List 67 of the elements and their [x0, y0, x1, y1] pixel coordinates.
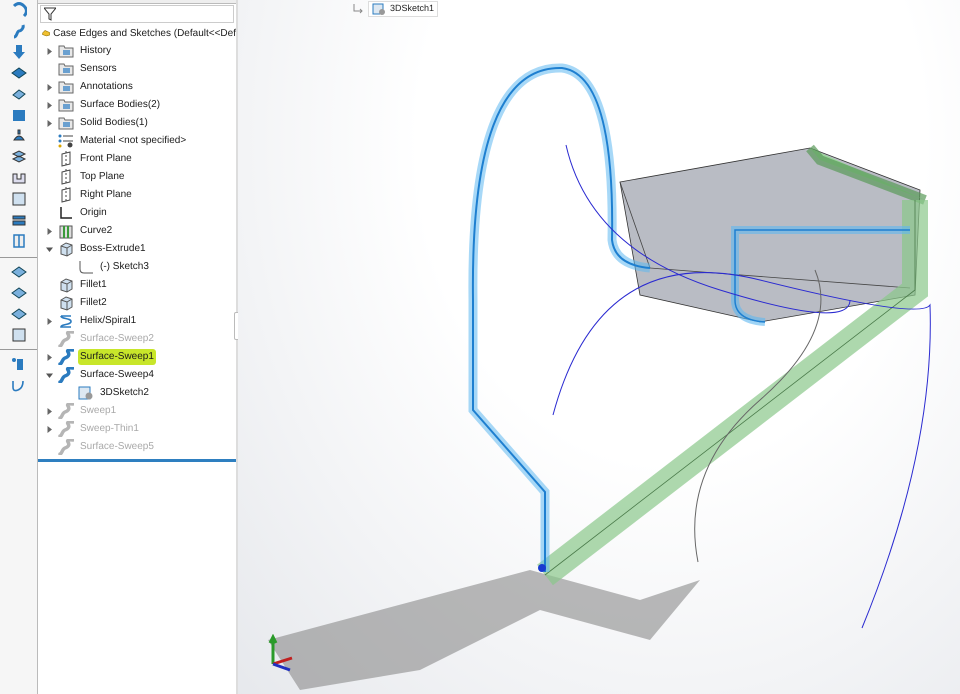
folder-icon — [58, 98, 74, 112]
plane-icon — [60, 169, 72, 185]
tree-item[interactable]: Surface Bodies(2) — [78, 97, 162, 113]
expand-caret-icon[interactable] — [46, 354, 52, 360]
expand-caret-icon[interactable] — [46, 426, 52, 432]
expand-caret-icon[interactable] — [46, 102, 52, 108]
material-icon — [58, 134, 74, 148]
expand-caret-icon[interactable] — [46, 408, 52, 414]
folder-icon — [58, 80, 74, 94]
sweep-icon — [58, 367, 74, 383]
filter-icon[interactable] — [44, 7, 56, 21]
arrow-icon — [352, 3, 364, 15]
breadcrumb-item[interactable]: 3DSketch1 — [368, 1, 438, 17]
extrude-tool-icon[interactable] — [10, 44, 26, 60]
tree-item[interactable]: Helix/Spiral1 — [78, 313, 138, 329]
tree-item[interactable]: Sensors — [78, 61, 119, 77]
filter-field[interactable] — [40, 5, 234, 23]
tree-item[interactable]: History — [78, 43, 114, 59]
expand-caret-icon[interactable] — [46, 84, 52, 90]
tree-item[interactable]: Boss-Extrude1 — [78, 241, 148, 257]
plane-tool-icon[interactable] — [10, 107, 26, 123]
expand-caret-icon[interactable] — [46, 372, 52, 378]
surface-tool-icon[interactable] — [10, 65, 26, 81]
surface-tool-icon[interactable] — [10, 285, 26, 301]
folder-icon — [58, 62, 74, 76]
tree-item[interactable]: Origin — [78, 205, 109, 221]
tree-item[interactable]: (-) Sketch3 — [98, 259, 151, 275]
expand-caret-icon[interactable] — [46, 246, 52, 252]
tree-item[interactable]: Surface-Sweep4 — [78, 367, 156, 383]
box-tool-icon[interactable] — [10, 191, 26, 207]
sketch-3d-icon — [78, 386, 94, 400]
folder-icon — [58, 116, 74, 130]
folder-icon — [58, 44, 74, 58]
surface-tool-icon[interactable] — [10, 306, 26, 322]
tree-item[interactable]: Front Plane — [78, 151, 134, 167]
tree-item[interactable]: Annotations — [78, 79, 135, 95]
expand-caret-icon[interactable] — [46, 318, 52, 324]
sweep-icon — [58, 439, 74, 455]
tree-item[interactable]: Fillet1 — [78, 277, 109, 293]
origin-icon — [59, 206, 73, 220]
helix-icon — [59, 314, 73, 328]
curve-icon — [59, 224, 73, 238]
tree-item[interactable]: Curve2 — [78, 223, 114, 239]
tree-item[interactable]: Fillet2 — [78, 295, 109, 311]
expand-caret-icon[interactable] — [46, 228, 52, 234]
box-tool-icon[interactable] — [10, 327, 26, 343]
tree-item[interactable]: Surface-Sweep1 — [78, 349, 156, 365]
box-icon — [58, 242, 74, 256]
sketch-3d-icon — [372, 2, 386, 16]
box-icon — [58, 278, 74, 292]
tree-item[interactable]: Solid Bodies(1) — [78, 115, 150, 131]
expand-caret-icon[interactable] — [46, 48, 52, 54]
loft-tool-icon[interactable] — [10, 149, 26, 165]
plane-icon — [60, 187, 72, 203]
box-icon — [58, 296, 74, 310]
tree-item[interactable]: Material <not specified> — [78, 133, 188, 149]
sweep-icon — [58, 421, 74, 437]
sweep-icon — [58, 403, 74, 419]
sweep-icon — [58, 331, 74, 347]
plane-icon — [60, 151, 72, 167]
tree-item[interactable]: Top Plane — [78, 169, 126, 185]
expand-caret-icon[interactable] — [46, 120, 52, 126]
tree-item[interactable]: 3DSketch2 — [98, 385, 151, 401]
tree-item[interactable]: Right Plane — [78, 187, 134, 203]
part-title[interactable]: Case Edges and Sketches (Default<<Def — [53, 26, 236, 40]
sketch-icon — [78, 260, 94, 274]
sweep-icon — [58, 349, 74, 365]
